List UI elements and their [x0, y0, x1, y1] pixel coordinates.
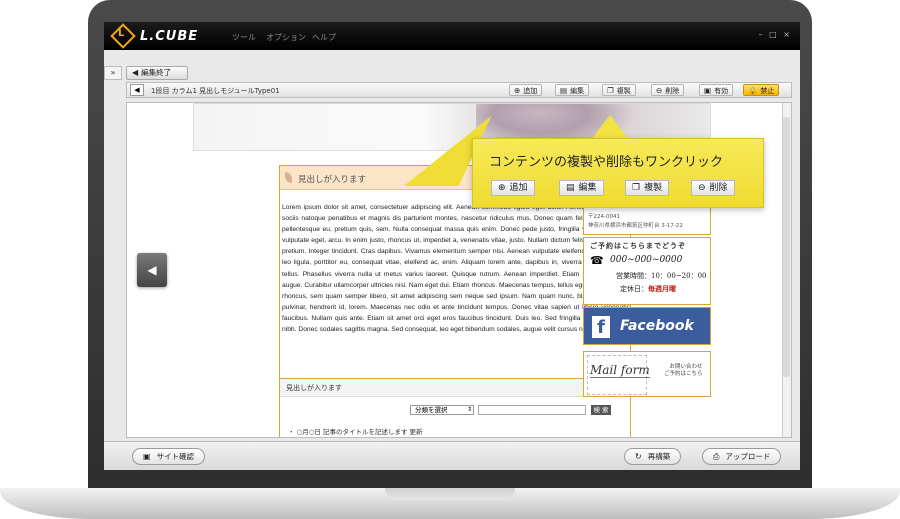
delete-label: 削除	[665, 87, 680, 95]
enable-icon: ▣	[704, 86, 712, 95]
brand-name: L.CUBE	[140, 29, 199, 44]
reserve-line: ご予約はこちらまでどうぞ	[590, 241, 686, 250]
module-path: 1段目 カラム1 見出しモジュールType01	[151, 87, 280, 95]
sidebar-collapse-button[interactable]: »	[104, 66, 122, 80]
rebuild-label: 再構築	[647, 452, 671, 461]
enable-label: 有効	[714, 87, 729, 95]
callout-duplicate-button[interactable]: ❐ 複製	[625, 180, 670, 196]
menu-tools[interactable]: ツール	[232, 32, 256, 43]
delete-icon: ⊖	[656, 86, 663, 95]
add-label: 追加	[523, 87, 538, 95]
add-button[interactable]: ⊕ 追加	[509, 84, 543, 96]
callout-duplicate-label: 複製	[644, 183, 663, 193]
feature-callout: コンテンツの複製や削除もワンクリック ⊕ 追加 ▤ 編集 ❐ 複製 ⊖ 削除	[472, 138, 764, 208]
phone-number: 000~000~0000	[610, 255, 683, 265]
refresh-icon: ↻	[635, 452, 642, 461]
laptop-notch	[385, 488, 515, 500]
site-check-label: サイト確認	[156, 452, 195, 461]
app-window: L L.CUBE ツール オプション ヘルプ – □ × » ◀ 編集終了 ◀ 1…	[104, 22, 800, 470]
mailform-banner[interactable]: Mail form お問い合わせ ご予約はこちら	[583, 351, 711, 397]
news-module[interactable]: 見出しが入ります 分類を選択 ⇕ 検 索 ・ ○月○日 記事のタイトルを記述します…	[280, 378, 630, 437]
callout-delete-label: 削除	[709, 183, 728, 193]
updown-icon: ⇕	[466, 406, 472, 413]
category-select[interactable]: 分類を選択 ⇕	[410, 405, 474, 415]
facebook-label: Facebook	[620, 318, 694, 334]
enable-button[interactable]: ▣ 有効	[699, 84, 734, 96]
add-icon: ⊕	[498, 183, 506, 193]
end-edit-label: 編集終了	[141, 68, 172, 77]
facebook-banner[interactable]: f Facebook	[583, 307, 711, 345]
address-text: 神奈川県横浜市都筑区仲町台 3-17-22	[588, 223, 683, 229]
phone-icon: ☎	[590, 254, 604, 267]
disable-button[interactable]: 🔒 禁止	[743, 84, 780, 96]
delete-button[interactable]: ⊖ 削除	[651, 84, 685, 96]
edit-icon: ▤	[560, 86, 568, 95]
rebuild-button[interactable]: ↻ 再構築	[624, 448, 682, 465]
title-bar: L L.CUBE ツール オプション ヘルプ – □ ×	[104, 22, 800, 50]
duplicate-label: 複製	[616, 87, 631, 95]
closed-label: 定休日：	[620, 285, 648, 293]
duplicate-icon: ❐	[607, 86, 614, 95]
add-icon: ⊕	[514, 86, 521, 95]
search-input[interactable]	[478, 405, 586, 415]
sidebar-column: 〒224-0041 神奈川県横浜市都筑区仲町台 3-17-22 ご予約はこちらま…	[583, 189, 713, 419]
callout-edit-label: 編集	[578, 183, 597, 193]
reservation-box[interactable]: ご予約はこちらまでどうぞ ☎ 000~000~0000 営業時間：10：00~2…	[583, 237, 711, 305]
news-item[interactable]: ・ ○月○日 記事のタイトルを記述します 更新	[288, 426, 423, 436]
disable-label: 禁止	[760, 87, 775, 95]
zip-code: 〒224-0041	[588, 214, 620, 220]
edit-button[interactable]: ▤ 編集	[555, 84, 590, 96]
module-toolbar: ◀ 1段目 カラム1 見出しモジュールType01 ⊕ 追加 ▤ 編集 ❐ 複製 ⊖ 削…	[126, 82, 792, 98]
menu-help[interactable]: ヘルプ	[312, 32, 336, 43]
callout-edit-button[interactable]: ▤ 編集	[559, 180, 604, 196]
duplicate-icon: ❐	[632, 183, 641, 193]
upload-button[interactable]: ⎙ アップロード	[702, 448, 782, 465]
toolbar-back-button[interactable]: ◀	[130, 84, 144, 96]
back-arrow-icon: ◀	[132, 68, 139, 77]
closed-day: 毎週月曜	[648, 284, 676, 293]
bottom-bar: ▣ サイト確認 ↻ 再構築 ⎙ アップロード	[104, 441, 800, 470]
mailform-note: お問い合わせ ご予約はこちら	[664, 364, 703, 377]
scroll-thumb[interactable]	[783, 117, 790, 377]
facebook-icon: f	[592, 316, 610, 338]
site-check-button[interactable]: ▣ サイト確認	[132, 448, 206, 465]
end-edit-button[interactable]: ◀ 編集終了	[126, 66, 188, 80]
callout-add-button[interactable]: ⊕ 追加	[491, 180, 535, 196]
edit-label: 編集	[570, 87, 585, 95]
lock-icon: 🔒	[748, 86, 758, 95]
menu-options[interactable]: オプション	[266, 32, 306, 43]
monitor-icon: ▣	[143, 452, 151, 461]
closed-days: 定休日：毎週月曜	[620, 284, 676, 294]
sub-heading: 見出しが入ります	[280, 379, 630, 397]
vertical-scrollbar[interactable]	[782, 103, 791, 437]
prev-page-button[interactable]: ◀	[137, 253, 167, 287]
upload-icon: ⎙	[713, 452, 720, 461]
callout-delete-button[interactable]: ⊖ 削除	[691, 180, 735, 196]
duplicate-button[interactable]: ❐ 複製	[602, 84, 636, 96]
callout-title: コンテンツの複製や削除もワンクリック	[489, 155, 724, 170]
category-select-value: 分類を選択	[415, 406, 448, 414]
window-controls[interactable]: – □ ×	[759, 30, 792, 39]
callout-add-label: 追加	[509, 183, 528, 193]
body-text: Lorem ipsum dolor sit amet, consectetuer…	[282, 204, 630, 334]
leaf-icon	[285, 172, 292, 183]
upload-label: アップロード	[725, 452, 771, 461]
delete-icon: ⊖	[698, 183, 706, 193]
business-hours: 営業時間：10：00~20：00	[616, 272, 707, 280]
mailform-label: Mail form	[590, 363, 650, 378]
edit-icon: ▤	[566, 183, 575, 193]
heading-text: 見出しが入ります	[298, 175, 367, 185]
logo-letter: L	[118, 28, 125, 39]
